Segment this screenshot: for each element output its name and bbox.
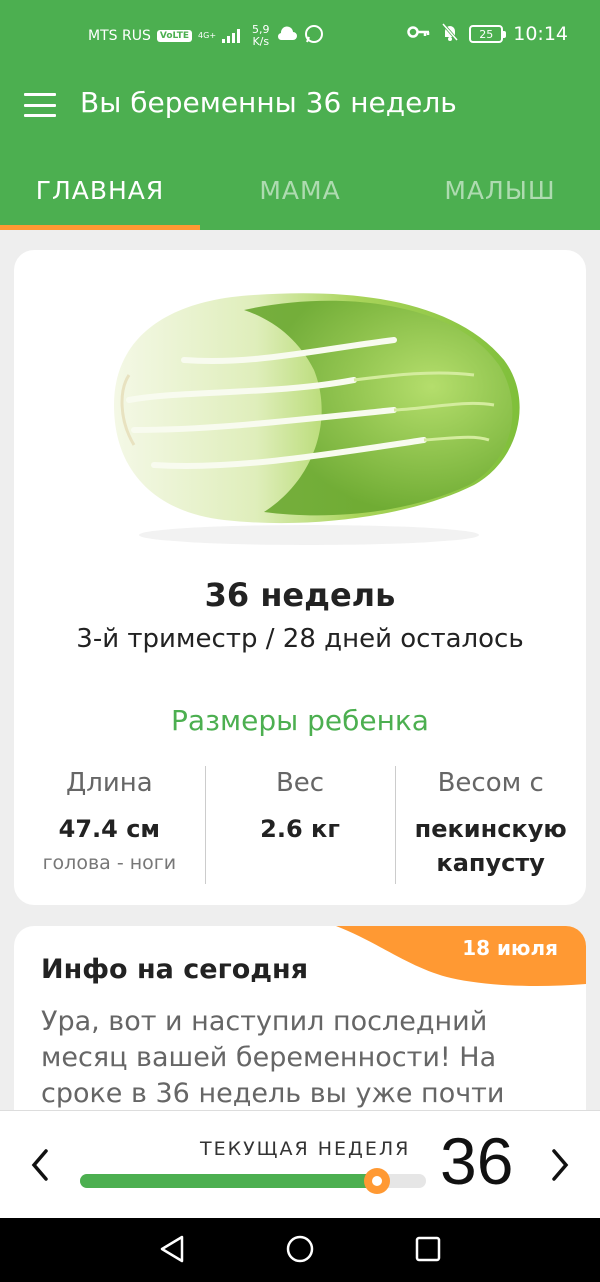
tab-mom[interactable]: МАМА [200,140,400,230]
stat-value: 47.4 см [58,815,161,843]
home-icon[interactable] [285,1234,315,1268]
stat-length: Длина 47.4 см голова - ноги [14,766,205,886]
current-week-bar: ТЕКУЩАЯ НЕДЕЛЯ 36 [0,1110,600,1218]
week-title: 36 недель [204,576,396,614]
hamburger-menu-icon[interactable] [24,93,56,117]
stat-label: Весом с [437,768,544,798]
speed-unit: K/s [252,35,270,48]
current-week-label: ТЕКУЩАЯ НЕДЕЛЯ [200,1138,411,1160]
stat-subtitle: голова - ноги [42,852,177,874]
stat-label: Длина [65,768,153,798]
progress-fill [80,1174,377,1188]
chevron-right-icon[interactable] [540,1141,580,1189]
baby-stats: Длина 47.4 см голова - ноги Вес 2.6 кг В… [14,766,586,886]
clock: 10:14 [513,23,568,45]
cloud-icon [276,26,298,46]
battery-level: 25 [479,27,494,41]
stat-value: 2.6 кг [260,815,340,843]
battery-icon: 25 [469,25,507,43]
status-right: 25 10:14 [407,22,568,46]
stat-label: Вес [275,768,325,798]
info-title: Инфо на сегодня [41,954,309,985]
whatsapp-icon [304,24,324,48]
stat-weight: Вес 2.6 кг [204,766,396,886]
stat-value: пекинскую капусту [414,815,567,877]
date-badge: 18 июля [336,926,586,988]
volte-badge: VoLTE [156,30,193,42]
status-bar: MTS RUS VoLTE 4G+ 5,9 K/s 25 10:14 [0,0,600,70]
info-text: Ура, вот и наступил последний месяц ваше… [41,1006,505,1109]
network-speed: 5,9 K/s [252,24,270,48]
baby-sizes-heading: Размеры ребенка [171,704,429,737]
network-type: 4G+ [198,31,217,40]
napa-cabbage-image [114,293,520,545]
tab-main[interactable]: ГЛАВНАЯ [0,140,200,230]
page-title: Вы беременны 36 недель [80,86,457,119]
signal-icon [222,29,241,43]
system-nav-bar [0,1218,600,1282]
app-bar: Вы беременны 36 недель [0,70,600,140]
stat-comparison: Весом с пекинскую капусту [395,766,586,886]
progress-thumb[interactable] [363,1168,390,1194]
bell-off-icon [441,22,459,46]
trimester-info: 3-й триместр / 28 дней осталось [76,624,524,654]
week-card: 36 недель 3-й триместр / 28 дней осталос… [14,250,586,905]
tab-baby[interactable]: МАЛЫШ [400,140,600,230]
current-week-number: 36 [440,1124,514,1198]
key-icon [407,25,431,43]
week-progress-bar[interactable] [80,1168,426,1194]
tab-bar: ГЛАВНАЯ МАМА МАЛЫШ [0,140,600,230]
status-left: MTS RUS VoLTE 4G+ 5,9 K/s [88,24,324,48]
date-text: 18 июля [462,936,558,960]
chevron-left-icon[interactable] [20,1141,60,1189]
recents-icon[interactable] [414,1234,442,1268]
carrier-name: MTS RUS [88,28,151,44]
back-icon[interactable] [158,1234,186,1268]
